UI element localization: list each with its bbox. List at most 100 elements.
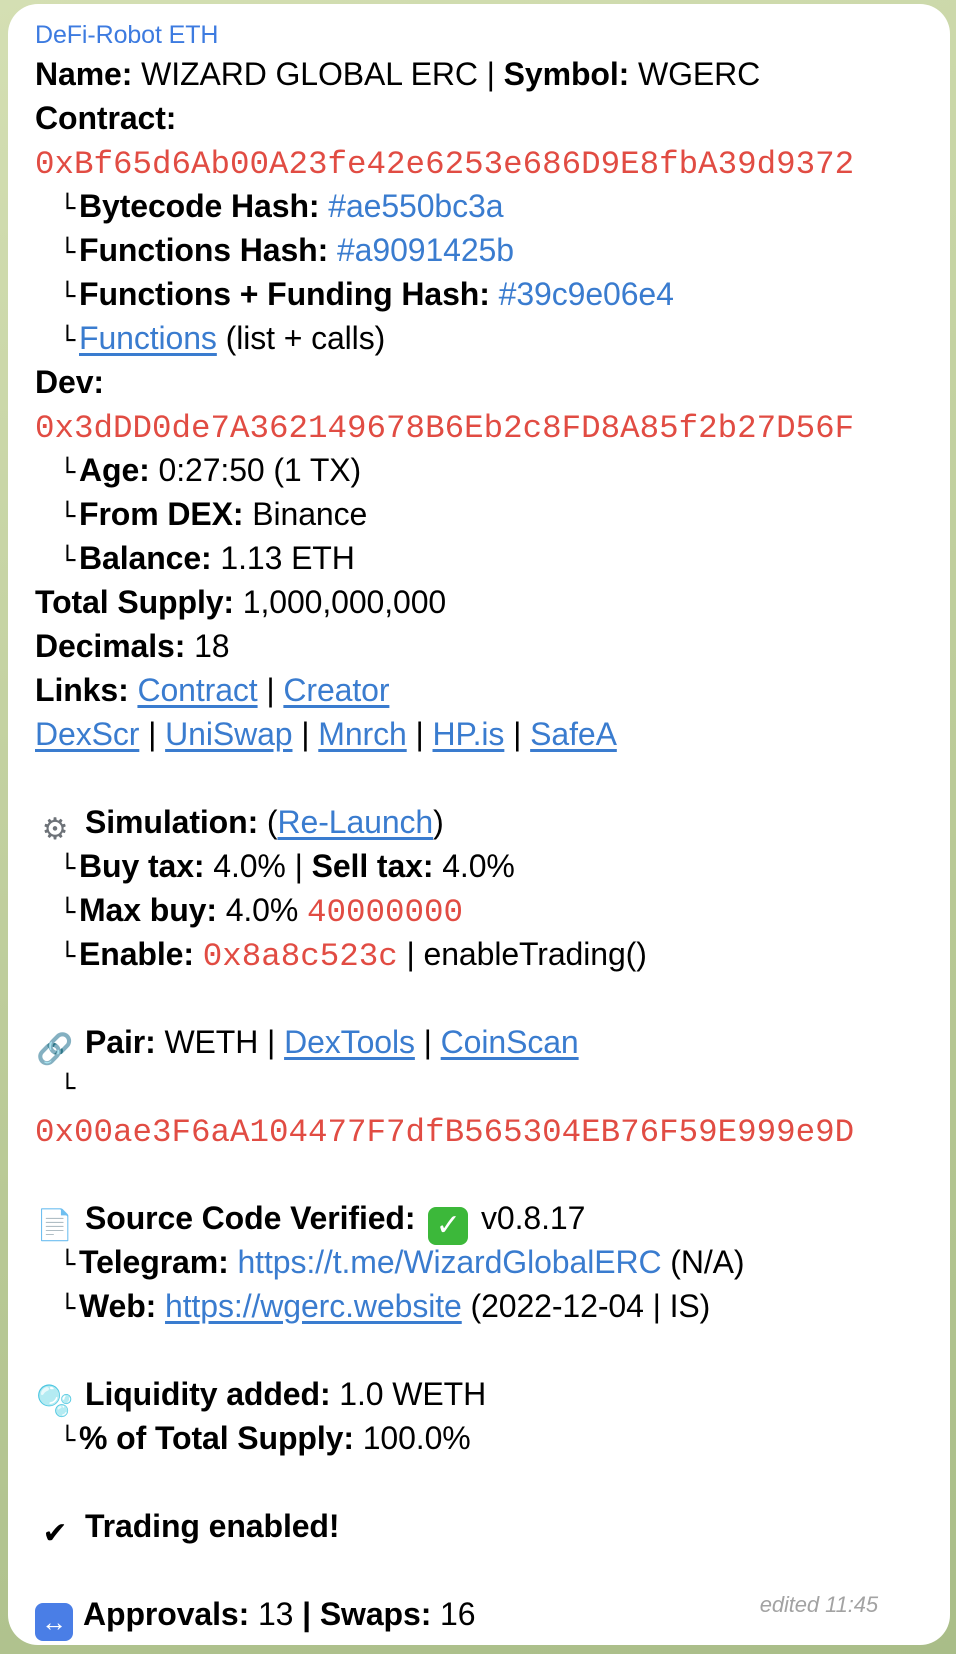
buy-tax-label: Buy tax: <box>79 848 205 884</box>
dev-address[interactable]: 0x3dDD0de7A362149678B6Eb2c8FD8A85f2b27D5… <box>35 410 854 447</box>
links-row-2: DexScr | UniSwap | Mnrch | HP.is | SafeA <box>35 716 617 752</box>
enable-function: enableTrading() <box>423 936 647 972</box>
branch-icon: └ <box>59 898 75 928</box>
telegram-suffix: (N/A) <box>670 1244 745 1280</box>
pair-address[interactable]: 0x00ae3F6aA104477F7dfB565304EB76F59E999e… <box>35 1114 854 1151</box>
telegram-line: └ Telegram: https://t.me/WizardGlobalERC … <box>35 1240 924 1284</box>
contract-address-line: 0xBf65d6Ab00A23fe42e6253e686D9E8fbA39d93… <box>35 140 924 184</box>
functions-hash-label: Functions Hash: <box>79 232 329 268</box>
enable-selector[interactable]: 0x8a8c523c <box>203 938 398 975</box>
mnrch-link[interactable]: Mnrch <box>318 716 407 752</box>
dev-address-line: 0x3dDD0de7A362149678B6Eb2c8FD8A85f2b27D5… <box>35 404 924 448</box>
pair-address-line: 0x00ae3F6aA104477F7dfB565304EB76F59E999e… <box>35 1108 924 1152</box>
from-dex-value: Binance <box>252 496 368 532</box>
max-buy-amount[interactable]: 40000000 <box>307 894 463 931</box>
balance-label: Balance: <box>79 540 212 576</box>
swaps-label: Swaps: <box>319 1596 432 1632</box>
branch-icon: └ <box>59 238 75 268</box>
functions-link[interactable]: Functions <box>79 320 217 356</box>
relaunch-link[interactable]: Re-Launch <box>277 804 433 840</box>
sell-tax-value: 4.0% <box>442 848 515 884</box>
from-dex-line: └ From DEX: Binance <box>35 492 924 536</box>
max-buy-label: Max buy: <box>79 892 217 928</box>
pair-line: 🔗 Pair: WETH | DexTools | CoinScan <box>36 1024 579 1066</box>
sender-name[interactable]: DeFi-Robot ETH <box>35 20 924 50</box>
uniswap-link[interactable]: UniSwap <box>165 716 292 752</box>
decimals-value: 18 <box>194 628 230 664</box>
max-buy-line: └ Max buy: 4.0% 40000000 <box>35 888 924 932</box>
branch-icon: └ <box>59 458 75 488</box>
telegram-url[interactable]: https://t.me/WizardGlobalERC <box>237 1244 661 1280</box>
web-label: Web: <box>79 1288 157 1324</box>
dextools-link[interactable]: DexTools <box>284 1024 415 1060</box>
bytecode-label: Bytecode Hash: <box>79 188 320 224</box>
bubbles-icon: 🫧 <box>36 1385 74 1418</box>
balance-value: 1.13 ETH <box>220 540 355 576</box>
dev-label: Dev: <box>35 364 104 400</box>
age-value: 0:27:50 (1 TX) <box>158 452 362 488</box>
telegram-label: Telegram: <box>79 1244 229 1280</box>
hpis-link[interactable]: HP.is <box>433 716 505 752</box>
max-buy-value: 4.0% <box>225 892 299 928</box>
contract-link[interactable]: Contract <box>137 672 257 708</box>
gear-icon: ⚙ <box>41 813 69 846</box>
functions-suffix: (list + calls) <box>225 320 386 356</box>
safea-link[interactable]: SafeA <box>530 716 617 752</box>
funding-hash-label: Functions + Funding Hash: <box>79 276 490 312</box>
pair-label: Pair: <box>85 1024 156 1060</box>
enable-line: └ Enable: 0x8a8c523c | enableTrading() <box>35 932 924 976</box>
swaps-value: 16 <box>440 1596 476 1632</box>
link-icon: 🔗 <box>36 1033 74 1066</box>
branch-icon: └ <box>59 1250 75 1280</box>
contract-address[interactable]: 0xBf65d6Ab00A23fe42e6253e686D9E8fbA39d93… <box>35 146 854 183</box>
pct-supply-label: % of Total Supply: <box>79 1420 354 1456</box>
source-verified-line: 📄 Source Code Verified: ✓ v0.8.17 <box>35 1196 924 1245</box>
source-version: v0.8.17 <box>481 1200 586 1236</box>
bytecode-hash-line: └ Bytecode Hash: #ae550bc3a <box>35 184 924 228</box>
branch-icon: └ <box>59 854 75 884</box>
total-supply-line: Total Supply: 1,000,000,000 <box>35 580 924 624</box>
pair-branch-line: └ <box>35 1064 924 1108</box>
trading-enabled: Trading enabled! <box>85 1508 340 1544</box>
web-line: └ Web: https://wgerc.website (2022-12-04 … <box>35 1284 924 1328</box>
symbol-value: WGERC <box>638 56 761 92</box>
enable-label: Enable: <box>79 936 194 972</box>
message-bubble: DeFi-Robot ETH Name: WIZARD GLOBAL ERC |… <box>8 4 950 1645</box>
functions-hashtag[interactable]: #a9091425b <box>337 232 514 268</box>
decimals-label: Decimals: <box>35 628 186 664</box>
links-label: Links: <box>35 672 129 708</box>
liquidity-label: Liquidity added: <box>85 1376 331 1412</box>
tax-line: └ Buy tax: 4.0% | Sell tax: 4.0% <box>35 844 924 888</box>
coinscan-link[interactable]: CoinScan <box>441 1024 579 1060</box>
from-dex-label: From DEX: <box>79 496 244 532</box>
trading-enabled-line: ✔ Trading enabled! <box>35 1504 924 1550</box>
pair-value: WETH <box>164 1024 259 1060</box>
contract-label-line: Contract: <box>35 96 924 140</box>
age-line: └ Age: 0:27:50 (1 TX) <box>35 448 924 492</box>
creator-link[interactable]: Creator <box>283 672 389 708</box>
edited-timestamp: edited 11:45 <box>759 1592 878 1617</box>
web-url-link[interactable]: https://wgerc.website <box>165 1288 462 1324</box>
funding-hash-line: └ Functions + Funding Hash: #39c9e06e4 <box>35 272 924 316</box>
age-label: Age: <box>79 452 150 488</box>
sell-tax-label: Sell tax: <box>311 848 434 884</box>
simulation-label: Simulation: <box>85 804 259 840</box>
branch-icon: └ <box>59 1074 75 1104</box>
bytecode-hashtag[interactable]: #ae550bc3a <box>328 188 503 224</box>
funding-hashtag[interactable]: #39c9e06e4 <box>499 276 674 312</box>
simulation-line: ⚙ Simulation: (Re-Launch) <box>35 800 924 846</box>
pct-supply-value: 100.0% <box>362 1420 471 1456</box>
checkmark-icon: ✔ <box>42 1517 68 1550</box>
buy-tax-value: 4.0% <box>213 848 286 884</box>
branch-icon: └ <box>59 502 75 532</box>
left-right-arrow-icon: ↔ <box>35 1603 73 1641</box>
dexscr-link[interactable]: DexScr <box>35 716 139 752</box>
name-line: Name: WIZARD GLOBAL ERC | Symbol: WGERC <box>35 56 761 92</box>
branch-icon: └ <box>59 282 75 312</box>
branch-icon: └ <box>59 194 75 224</box>
links-line: Links: Contract | Creator <box>35 672 390 708</box>
